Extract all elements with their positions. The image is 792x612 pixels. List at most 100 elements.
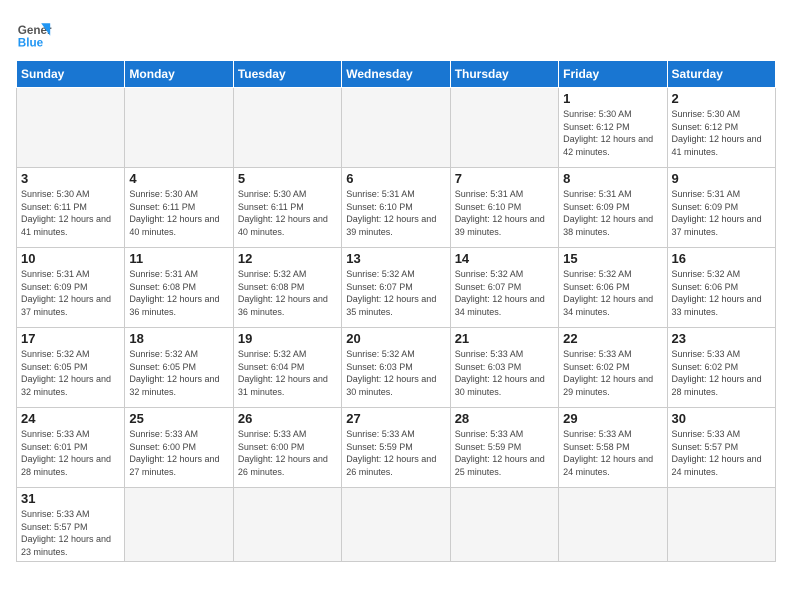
calendar-cell <box>450 488 558 562</box>
day-number: 21 <box>455 331 554 346</box>
day-number: 3 <box>21 171 120 186</box>
calendar-cell: 10 Sunrise: 5:31 AM Sunset: 6:09 PM Dayli… <box>17 248 125 328</box>
day-number: 15 <box>563 251 662 266</box>
calendar-header: SundayMondayTuesdayWednesdayThursdayFrid… <box>17 61 776 88</box>
day-number: 14 <box>455 251 554 266</box>
day-info: Sunrise: 5:32 AM Sunset: 6:08 PM Dayligh… <box>238 268 337 318</box>
day-number: 22 <box>563 331 662 346</box>
day-info: Sunrise: 5:33 AM Sunset: 6:01 PM Dayligh… <box>21 428 120 478</box>
calendar-week-5: 24Sunrise: 5:33 AM Sunset: 6:01 PM Dayli… <box>17 408 776 488</box>
day-info: Sunrise: 5:32 AM Sunset: 6:03 PM Dayligh… <box>346 348 445 398</box>
day-info: Sunrise: 5:30 AM Sunset: 6:12 PM Dayligh… <box>672 108 771 158</box>
calendar-table: SundayMondayTuesdayWednesdayThursdayFrid… <box>16 60 776 562</box>
day-number: 28 <box>455 411 554 426</box>
calendar-cell: 16Sunrise: 5:32 AM Sunset: 6:06 PM Dayli… <box>667 248 775 328</box>
calendar-cell <box>125 88 233 168</box>
header-cell-tuesday: Tuesday <box>233 61 341 88</box>
header-cell-thursday: Thursday <box>450 61 558 88</box>
calendar-cell <box>125 488 233 562</box>
day-info: Sunrise: 5:31 AM Sunset: 6:10 PM Dayligh… <box>455 188 554 238</box>
calendar-cell <box>342 488 450 562</box>
calendar-cell <box>233 488 341 562</box>
day-info: Sunrise: 5:33 AM Sunset: 6:03 PM Dayligh… <box>455 348 554 398</box>
header-cell-wednesday: Wednesday <box>342 61 450 88</box>
calendar-cell: 12 Sunrise: 5:32 AM Sunset: 6:08 PM Dayli… <box>233 248 341 328</box>
day-info: Sunrise: 5:33 AM Sunset: 5:57 PM Dayligh… <box>21 508 120 558</box>
logo: General Blue <box>16 16 52 52</box>
calendar-cell: 26Sunrise: 5:33 AM Sunset: 6:00 PM Dayli… <box>233 408 341 488</box>
day-number: 10 <box>21 251 120 266</box>
calendar-cell: 20 Sunrise: 5:32 AM Sunset: 6:03 PM Dayli… <box>342 328 450 408</box>
calendar-week-6: 31 Sunrise: 5:33 AM Sunset: 5:57 PM Dayli… <box>17 488 776 562</box>
day-info: Sunrise: 5:32 AM Sunset: 6:07 PM Dayligh… <box>346 268 445 318</box>
calendar-cell: 28 Sunrise: 5:33 AM Sunset: 5:59 PM Dayli… <box>450 408 558 488</box>
day-number: 9 <box>672 171 771 186</box>
calendar-cell: 31 Sunrise: 5:33 AM Sunset: 5:57 PM Dayli… <box>17 488 125 562</box>
day-info: Sunrise: 5:33 AM Sunset: 6:02 PM Dayligh… <box>672 348 771 398</box>
day-number: 25 <box>129 411 228 426</box>
calendar-cell: 11 Sunrise: 5:31 AM Sunset: 6:08 PM Dayli… <box>125 248 233 328</box>
day-number: 30 <box>672 411 771 426</box>
calendar-cell: 7 Sunrise: 5:31 AM Sunset: 6:10 PM Daylig… <box>450 168 558 248</box>
header-row: SundayMondayTuesdayWednesdayThursdayFrid… <box>17 61 776 88</box>
calendar-cell: 15 Sunrise: 5:32 AM Sunset: 6:06 PM Dayli… <box>559 248 667 328</box>
calendar-week-2: 3 Sunrise: 5:30 AM Sunset: 6:11 PM Daylig… <box>17 168 776 248</box>
day-info: Sunrise: 5:30 AM Sunset: 6:11 PM Dayligh… <box>238 188 337 238</box>
calendar-cell <box>17 88 125 168</box>
calendar-cell: 5 Sunrise: 5:30 AM Sunset: 6:11 PM Daylig… <box>233 168 341 248</box>
calendar-cell <box>667 488 775 562</box>
calendar-cell: 23Sunrise: 5:33 AM Sunset: 6:02 PM Dayli… <box>667 328 775 408</box>
day-number: 19 <box>238 331 337 346</box>
day-number: 13 <box>346 251 445 266</box>
day-number: 12 <box>238 251 337 266</box>
day-number: 1 <box>563 91 662 106</box>
day-info: Sunrise: 5:33 AM Sunset: 5:59 PM Dayligh… <box>346 428 445 478</box>
calendar-cell: 21 Sunrise: 5:33 AM Sunset: 6:03 PM Dayli… <box>450 328 558 408</box>
day-info: Sunrise: 5:31 AM Sunset: 6:09 PM Dayligh… <box>21 268 120 318</box>
calendar-cell: 29 Sunrise: 5:33 AM Sunset: 5:58 PM Dayli… <box>559 408 667 488</box>
calendar-cell <box>233 88 341 168</box>
day-info: Sunrise: 5:32 AM Sunset: 6:05 PM Dayligh… <box>129 348 228 398</box>
day-info: Sunrise: 5:32 AM Sunset: 6:07 PM Dayligh… <box>455 268 554 318</box>
calendar-cell: 8 Sunrise: 5:31 AM Sunset: 6:09 PM Daylig… <box>559 168 667 248</box>
day-info: Sunrise: 5:32 AM Sunset: 6:06 PM Dayligh… <box>563 268 662 318</box>
calendar-cell: 14 Sunrise: 5:32 AM Sunset: 6:07 PM Dayli… <box>450 248 558 328</box>
calendar-cell: 2 Sunrise: 5:30 AM Sunset: 6:12 PM Daylig… <box>667 88 775 168</box>
day-info: Sunrise: 5:31 AM Sunset: 6:08 PM Dayligh… <box>129 268 228 318</box>
calendar-cell: 1 Sunrise: 5:30 AM Sunset: 6:12 PM Daylig… <box>559 88 667 168</box>
day-info: Sunrise: 5:33 AM Sunset: 6:00 PM Dayligh… <box>238 428 337 478</box>
calendar-cell: 30Sunrise: 5:33 AM Sunset: 5:57 PM Dayli… <box>667 408 775 488</box>
day-number: 27 <box>346 411 445 426</box>
calendar-cell: 24Sunrise: 5:33 AM Sunset: 6:01 PM Dayli… <box>17 408 125 488</box>
header-cell-sunday: Sunday <box>17 61 125 88</box>
calendar-cell: 13 Sunrise: 5:32 AM Sunset: 6:07 PM Dayli… <box>342 248 450 328</box>
day-number: 2 <box>672 91 771 106</box>
day-number: 31 <box>21 491 120 506</box>
day-number: 5 <box>238 171 337 186</box>
day-info: Sunrise: 5:30 AM Sunset: 6:11 PM Dayligh… <box>21 188 120 238</box>
calendar-cell: 19Sunrise: 5:32 AM Sunset: 6:04 PM Dayli… <box>233 328 341 408</box>
day-number: 20 <box>346 331 445 346</box>
svg-text:Blue: Blue <box>18 37 44 50</box>
calendar-cell: 6 Sunrise: 5:31 AM Sunset: 6:10 PM Daylig… <box>342 168 450 248</box>
day-info: Sunrise: 5:33 AM Sunset: 5:59 PM Dayligh… <box>455 428 554 478</box>
calendar-cell: 9Sunrise: 5:31 AM Sunset: 6:09 PM Daylig… <box>667 168 775 248</box>
calendar-cell: 18Sunrise: 5:32 AM Sunset: 6:05 PM Dayli… <box>125 328 233 408</box>
day-info: Sunrise: 5:32 AM Sunset: 6:06 PM Dayligh… <box>672 268 771 318</box>
day-number: 8 <box>563 171 662 186</box>
calendar-cell: 17Sunrise: 5:32 AM Sunset: 6:05 PM Dayli… <box>17 328 125 408</box>
calendar-week-4: 17Sunrise: 5:32 AM Sunset: 6:05 PM Dayli… <box>17 328 776 408</box>
day-info: Sunrise: 5:30 AM Sunset: 6:12 PM Dayligh… <box>563 108 662 158</box>
calendar-body: 1 Sunrise: 5:30 AM Sunset: 6:12 PM Daylig… <box>17 88 776 562</box>
day-info: Sunrise: 5:31 AM Sunset: 6:09 PM Dayligh… <box>563 188 662 238</box>
day-info: Sunrise: 5:31 AM Sunset: 6:10 PM Dayligh… <box>346 188 445 238</box>
header: General Blue <box>16 16 776 52</box>
day-info: Sunrise: 5:33 AM Sunset: 6:00 PM Dayligh… <box>129 428 228 478</box>
day-number: 7 <box>455 171 554 186</box>
calendar-cell <box>559 488 667 562</box>
day-number: 6 <box>346 171 445 186</box>
calendar-cell: 4Sunrise: 5:30 AM Sunset: 6:11 PM Daylig… <box>125 168 233 248</box>
day-info: Sunrise: 5:33 AM Sunset: 5:58 PM Dayligh… <box>563 428 662 478</box>
day-number: 29 <box>563 411 662 426</box>
day-number: 11 <box>129 251 228 266</box>
